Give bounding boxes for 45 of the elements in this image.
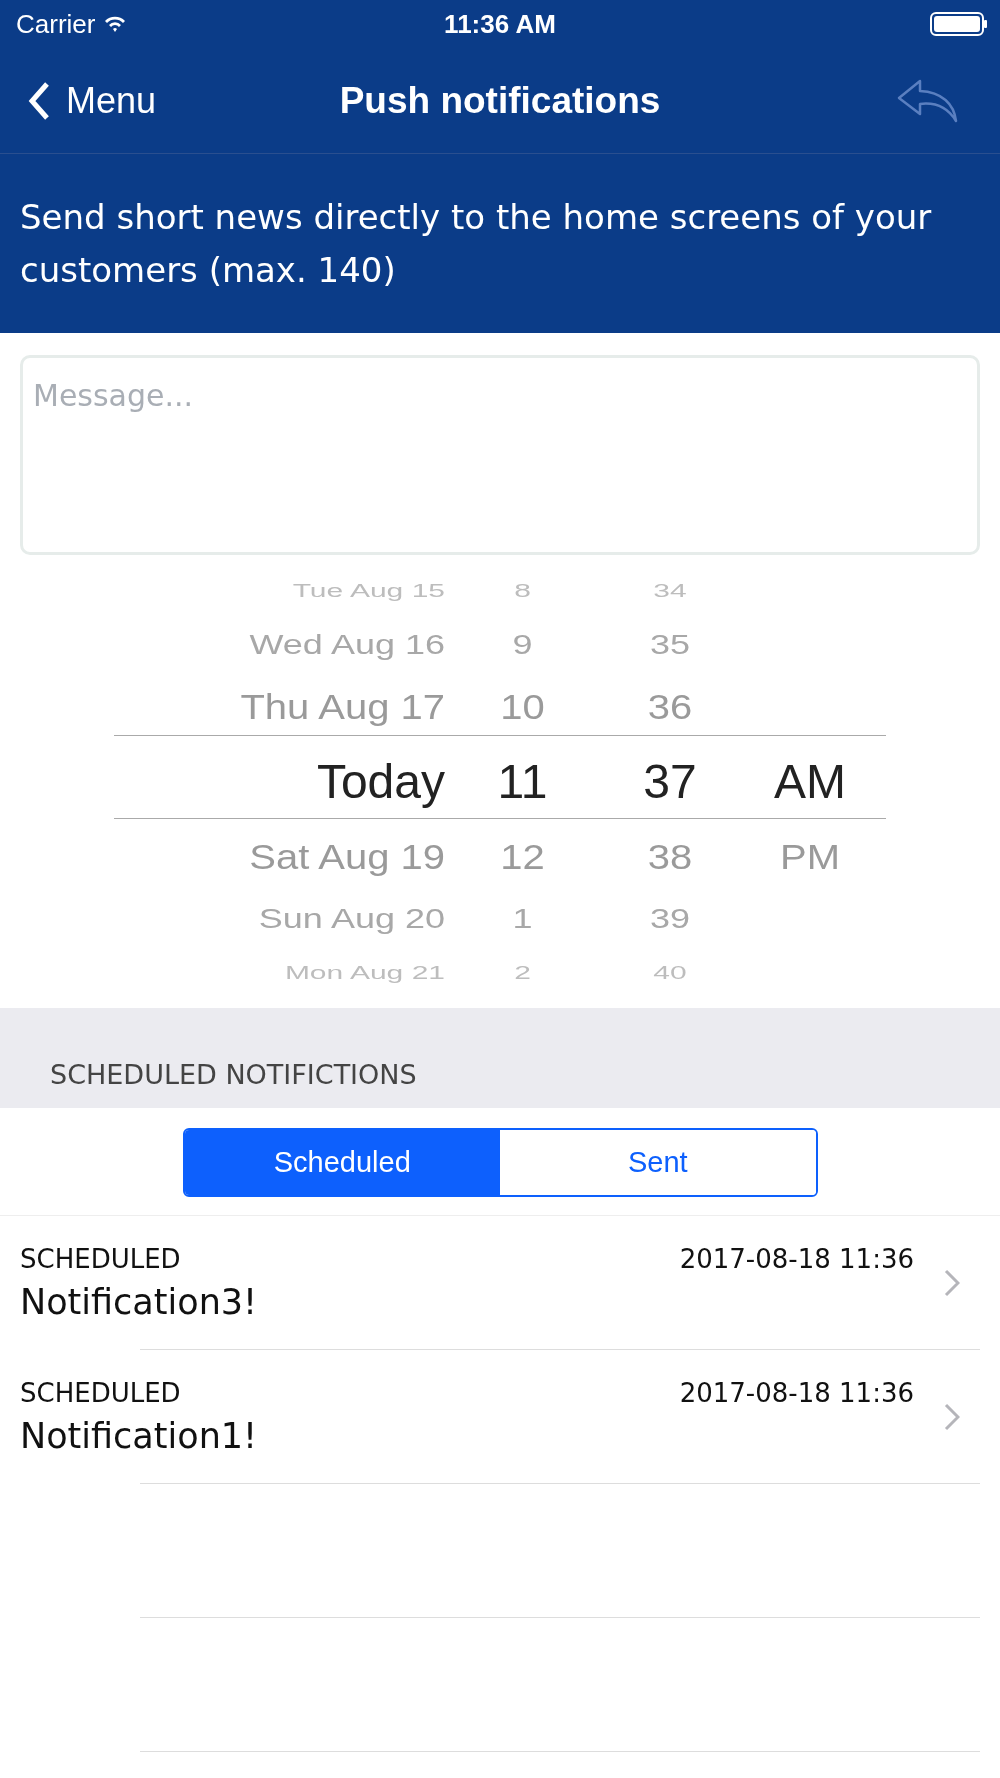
notification-title: Notification1! [20, 1416, 259, 1456]
picker-minute[interactable]: 35 [649, 628, 690, 661]
segment-tab[interactable]: Scheduled [184, 1130, 500, 1195]
notification-status: SCHEDULED [20, 1244, 181, 1274]
picker-day[interactable]: Thu Aug 17 [240, 686, 445, 727]
back-button[interactable]: Menu [28, 79, 157, 122]
picker-hour[interactable]: 10 [500, 686, 545, 727]
chevron-right-icon [944, 1403, 960, 1431]
picker-period[interactable]: AM [774, 755, 846, 808]
wifi-icon [103, 15, 128, 33]
screen-title: Push notifications [339, 79, 661, 122]
picker-period[interactable]: PM [780, 836, 840, 876]
picker-minute[interactable]: 34 [653, 579, 687, 602]
notification-status: SCHEDULED [20, 1378, 181, 1408]
section-header: SCHEDULED NOTIFICTIONS [50, 1059, 417, 1090]
picker-minute[interactable]: 37 [643, 754, 697, 809]
carrier-name: Carrier [16, 8, 96, 40]
chevron-left-icon [28, 80, 50, 121]
picker-day[interactable]: Tue Aug 15 [292, 579, 445, 602]
battery-icon [930, 12, 988, 36]
picker-day[interactable]: Mon Aug 21 [284, 961, 445, 984]
picker-minute[interactable]: 39 [649, 902, 690, 935]
notification-date: 2017-08-18 11:36 [679, 1378, 914, 1408]
notification-row[interactable]: SCHEDULED 2017-08-18 11:36 Notification3! [0, 1216, 1000, 1350]
picker-minute[interactable]: 38 [647, 836, 693, 877]
picker-day[interactable]: Sat Aug 19 [249, 836, 445, 877]
picker-hour[interactable]: 2 [514, 961, 531, 984]
picker-day[interactable]: Today [316, 754, 445, 809]
picker-hour[interactable]: 1 [512, 902, 533, 935]
picker-day[interactable]: Sun Aug 20 [258, 902, 445, 935]
notification-title: Notification3! [20, 1282, 259, 1322]
picker-day[interactable]: Wed Aug 16 [249, 628, 445, 661]
picker-minute[interactable]: 36 [647, 686, 693, 727]
reply-icon[interactable] [896, 77, 958, 124]
banner-text: Send short news directly to the home screens of your customers (max. 140) [20, 195, 933, 292]
notification-row[interactable]: SCHEDULED 2017-08-18 11:36 Notification1! [0, 1350, 1000, 1484]
picker-hour[interactable]: 8 [514, 579, 531, 602]
picker-hour[interactable]: 12 [500, 836, 545, 877]
message-field[interactable]: Message... [20, 355, 980, 555]
picker-hour[interactable]: 11 [497, 754, 548, 809]
status-time: 11:36 AM [444, 8, 556, 40]
notification-date: 2017-08-18 11:36 [679, 1244, 914, 1274]
picker-minute[interactable]: 40 [653, 961, 687, 984]
picker-hour[interactable]: 9 [512, 628, 533, 661]
chevron-right-icon [944, 1269, 960, 1297]
